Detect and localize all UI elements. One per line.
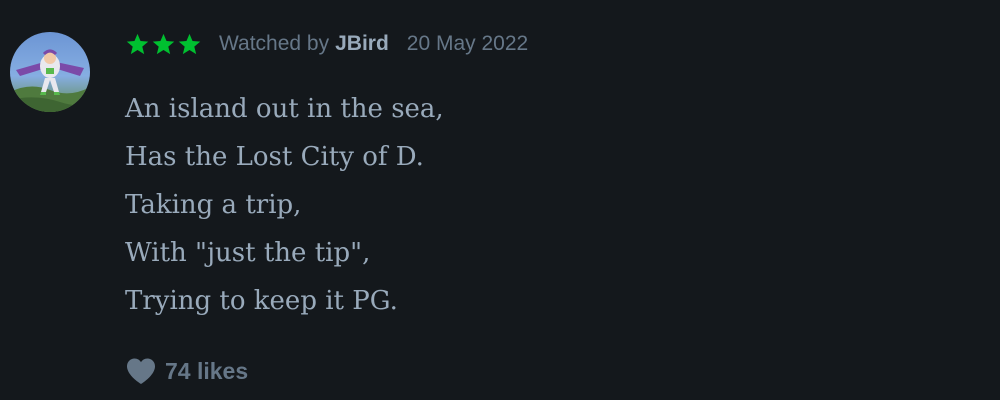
username-link[interactable]: JBird: [335, 32, 389, 56]
avatar-image: [10, 32, 90, 112]
rating-stars: [125, 32, 203, 57]
like-button[interactable]: 74 likes: [125, 355, 248, 387]
review-line: Trying to keep it PG.: [125, 286, 398, 316]
review-meta: Watched by JBird 20 May 2022: [125, 28, 528, 60]
review-date: 20 May 2022: [406, 32, 529, 55]
heart-icon: [127, 358, 155, 384]
review-line: With "just the tip",: [125, 238, 371, 268]
star-icon: [152, 33, 175, 54]
review-line: Taking a trip,: [125, 190, 302, 220]
review-line: An island out in the sea,: [125, 94, 444, 124]
review-line: Has the Lost City of D.: [125, 142, 424, 172]
review-card: Watched by JBird 20 May 2022 An island o…: [0, 0, 1000, 400]
avatar[interactable]: [10, 32, 90, 112]
watched-by-label: Watched by: [219, 32, 330, 55]
star-icon: [126, 33, 149, 54]
star-icon: [178, 33, 201, 54]
review-text: An island out in the sea, Has the Lost C…: [125, 85, 945, 325]
likes-count: 74 likes: [165, 357, 249, 384]
